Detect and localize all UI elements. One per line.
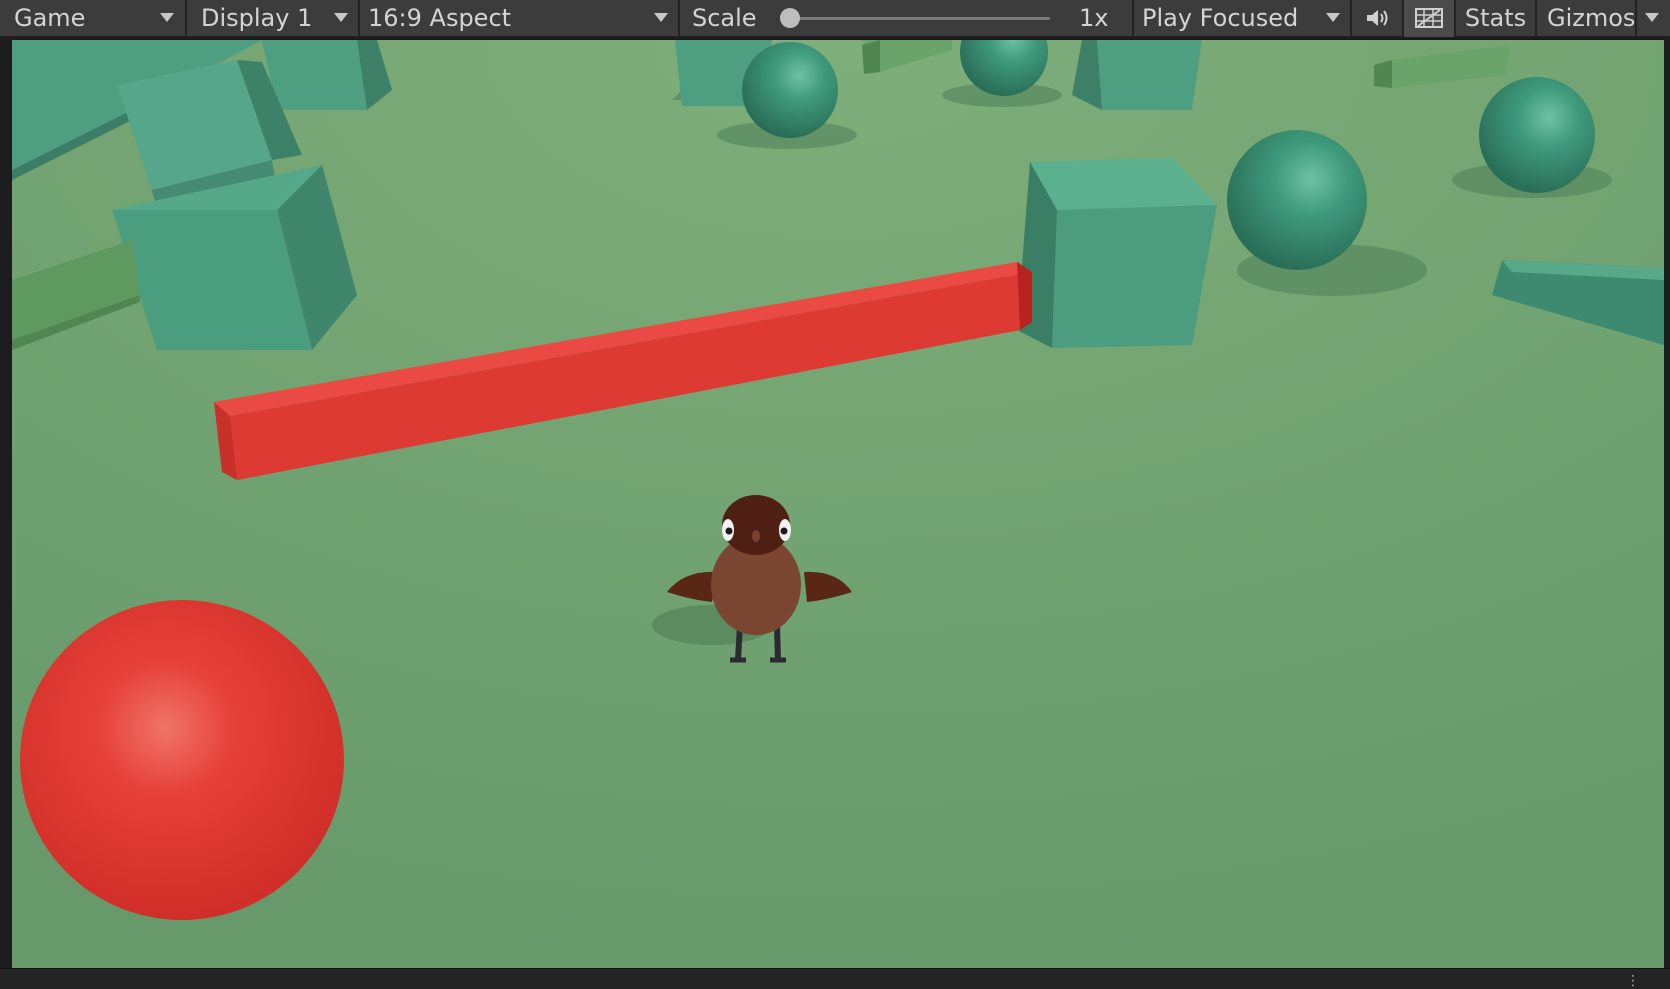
chevron-down-icon: [1645, 13, 1659, 22]
teal-cube-back-1: [262, 40, 392, 110]
stats-overlay-toggle[interactable]: [1404, 0, 1456, 37]
aspect-dropdown[interactable]: 16:9 Aspect: [360, 0, 680, 37]
view-selector-dropdown[interactable]: Game: [0, 0, 187, 37]
grid-overlay-icon: [1415, 8, 1443, 28]
panel-border-right: [1664, 38, 1670, 970]
stats-label: Stats: [1464, 4, 1527, 32]
teal-cube-back-right: [1072, 40, 1202, 110]
mute-audio-button[interactable]: [1352, 0, 1404, 37]
more-options-icon[interactable]: ⋮: [1626, 973, 1650, 989]
status-bar: ⋮: [0, 968, 1670, 989]
chevron-down-icon: [160, 13, 174, 22]
game-scene: [12, 40, 1664, 968]
speaker-icon: [1367, 10, 1388, 26]
view-selector-label: Game: [14, 4, 86, 32]
scale-label: Scale: [692, 4, 757, 32]
scale-slider-handle[interactable]: [780, 8, 800, 28]
scale-slider-track[interactable]: [787, 17, 1050, 20]
teal-cube-right: [1017, 158, 1217, 348]
play-mode-label: Play Focused: [1142, 4, 1299, 32]
teal-ball-back-center: [742, 42, 838, 138]
gizmos-button[interactable]: Gizmos: [1537, 0, 1637, 37]
chevron-down-icon: [1326, 13, 1340, 22]
chevron-down-icon: [654, 13, 668, 22]
gizmos-dropdown[interactable]: [1637, 0, 1667, 37]
display-label: Display 1: [201, 4, 313, 32]
aspect-label: 16:9 Aspect: [368, 4, 512, 32]
scale-value: 1x: [1079, 4, 1109, 32]
display-dropdown[interactable]: Display 1: [187, 0, 360, 37]
game-viewport[interactable]: [12, 40, 1664, 968]
play-mode-dropdown[interactable]: Play Focused: [1134, 0, 1352, 37]
game-view-toolbar: Game Display 1 16:9 Aspect Scale 1x Play…: [0, 0, 1670, 38]
red-ball-foreground: [20, 600, 344, 920]
scale-control: Scale 1x: [680, 0, 1134, 37]
teal-ball-right-edge: [1479, 77, 1595, 193]
gizmos-label: Gizmos: [1547, 4, 1636, 32]
panel-border-left: [0, 38, 12, 970]
teal-ball-right: [1227, 130, 1367, 270]
chevron-down-icon: [334, 13, 348, 22]
stats-button[interactable]: Stats: [1456, 0, 1537, 37]
